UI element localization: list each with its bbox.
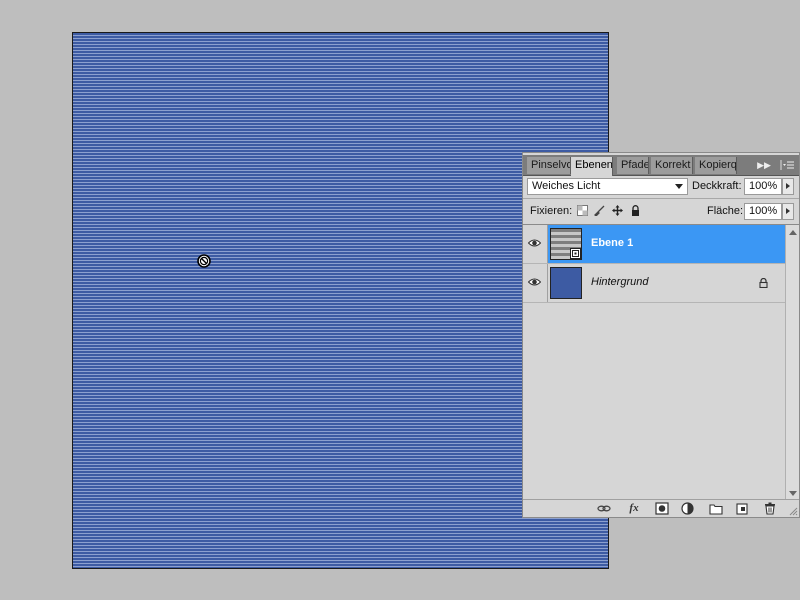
opacity-label: Deckkraft: [692,180,742,192]
layer-name: Ebene 1 [591,237,634,249]
layer-thumbnail [550,267,582,299]
layer-list-scrollbar[interactable] [785,225,799,501]
tab-clone-source[interactable]: Kopierq [695,157,737,174]
tab-layers[interactable]: Ebenen [571,157,613,176]
visibility-toggle[interactable] [523,225,548,263]
trash-icon[interactable] [763,502,777,515]
panel-menu-icon[interactable] [779,158,795,172]
more-tabs-icon[interactable]: ▶▶ [757,158,771,172]
fx-icon[interactable]: fx [627,502,641,515]
chevron-down-icon [675,184,683,189]
adjustment-layer-icon[interactable] [681,502,695,515]
tab-paths[interactable]: Pfade [617,157,649,174]
opacity-slider-button[interactable] [782,178,794,195]
layer-row-hintergrund[interactable]: Hintergrund [523,264,787,303]
resize-grip-icon[interactable] [788,506,798,516]
smart-object-icon [570,248,581,259]
eye-icon [528,278,541,286]
layer-actions-bar: fx [523,499,799,517]
layers-panel: Pinselvo Ebenen Pfade Korrekt Kopierq ▶▶… [522,152,800,518]
tab-adjustments[interactable]: Korrekt [651,157,693,174]
layer-row-ebene-1[interactable]: Ebene 1 [523,225,787,264]
opacity-field[interactable]: 100% [744,178,782,195]
tab-brushes[interactable]: Pinselvo [527,157,571,174]
lock-icon [759,278,768,288]
add-mask-icon[interactable] [655,502,669,515]
blend-opacity-row: Weiches Licht Deckkraft: 100% [523,175,799,199]
fill-field[interactable]: 100% [744,203,782,220]
fill-slider-button[interactable] [782,203,794,220]
layer-name: Hintergrund [591,276,649,288]
lock-position-icon[interactable] [612,205,623,216]
lock-fill-row: Fixieren: Fläche: 100% [523,199,799,225]
layer-list: Ebene 1 Hintergrund [523,225,787,501]
panel-tabbar: Pinselvo Ebenen Pfade Korrekt Kopierq ▶▶ [523,155,799,176]
not-allowed-cursor-icon [197,254,211,268]
new-layer-icon[interactable] [735,502,749,515]
blend-mode-value: Weiches Licht [532,180,601,192]
lock-label: Fixieren: [530,205,573,217]
scroll-down-icon[interactable] [789,491,797,496]
scroll-up-icon[interactable] [789,230,797,235]
lock-transparency-icon[interactable] [577,205,588,216]
link-layers-icon[interactable] [597,502,611,515]
layer-thumbnail [550,228,582,260]
new-group-icon[interactable] [709,502,723,515]
eye-icon [528,239,541,247]
lock-pixels-icon[interactable] [594,205,605,216]
fill-label: Fläche: [707,205,744,217]
lock-all-icon[interactable] [630,205,641,216]
blend-mode-select[interactable]: Weiches Licht [527,178,688,195]
visibility-toggle[interactable] [523,264,548,302]
